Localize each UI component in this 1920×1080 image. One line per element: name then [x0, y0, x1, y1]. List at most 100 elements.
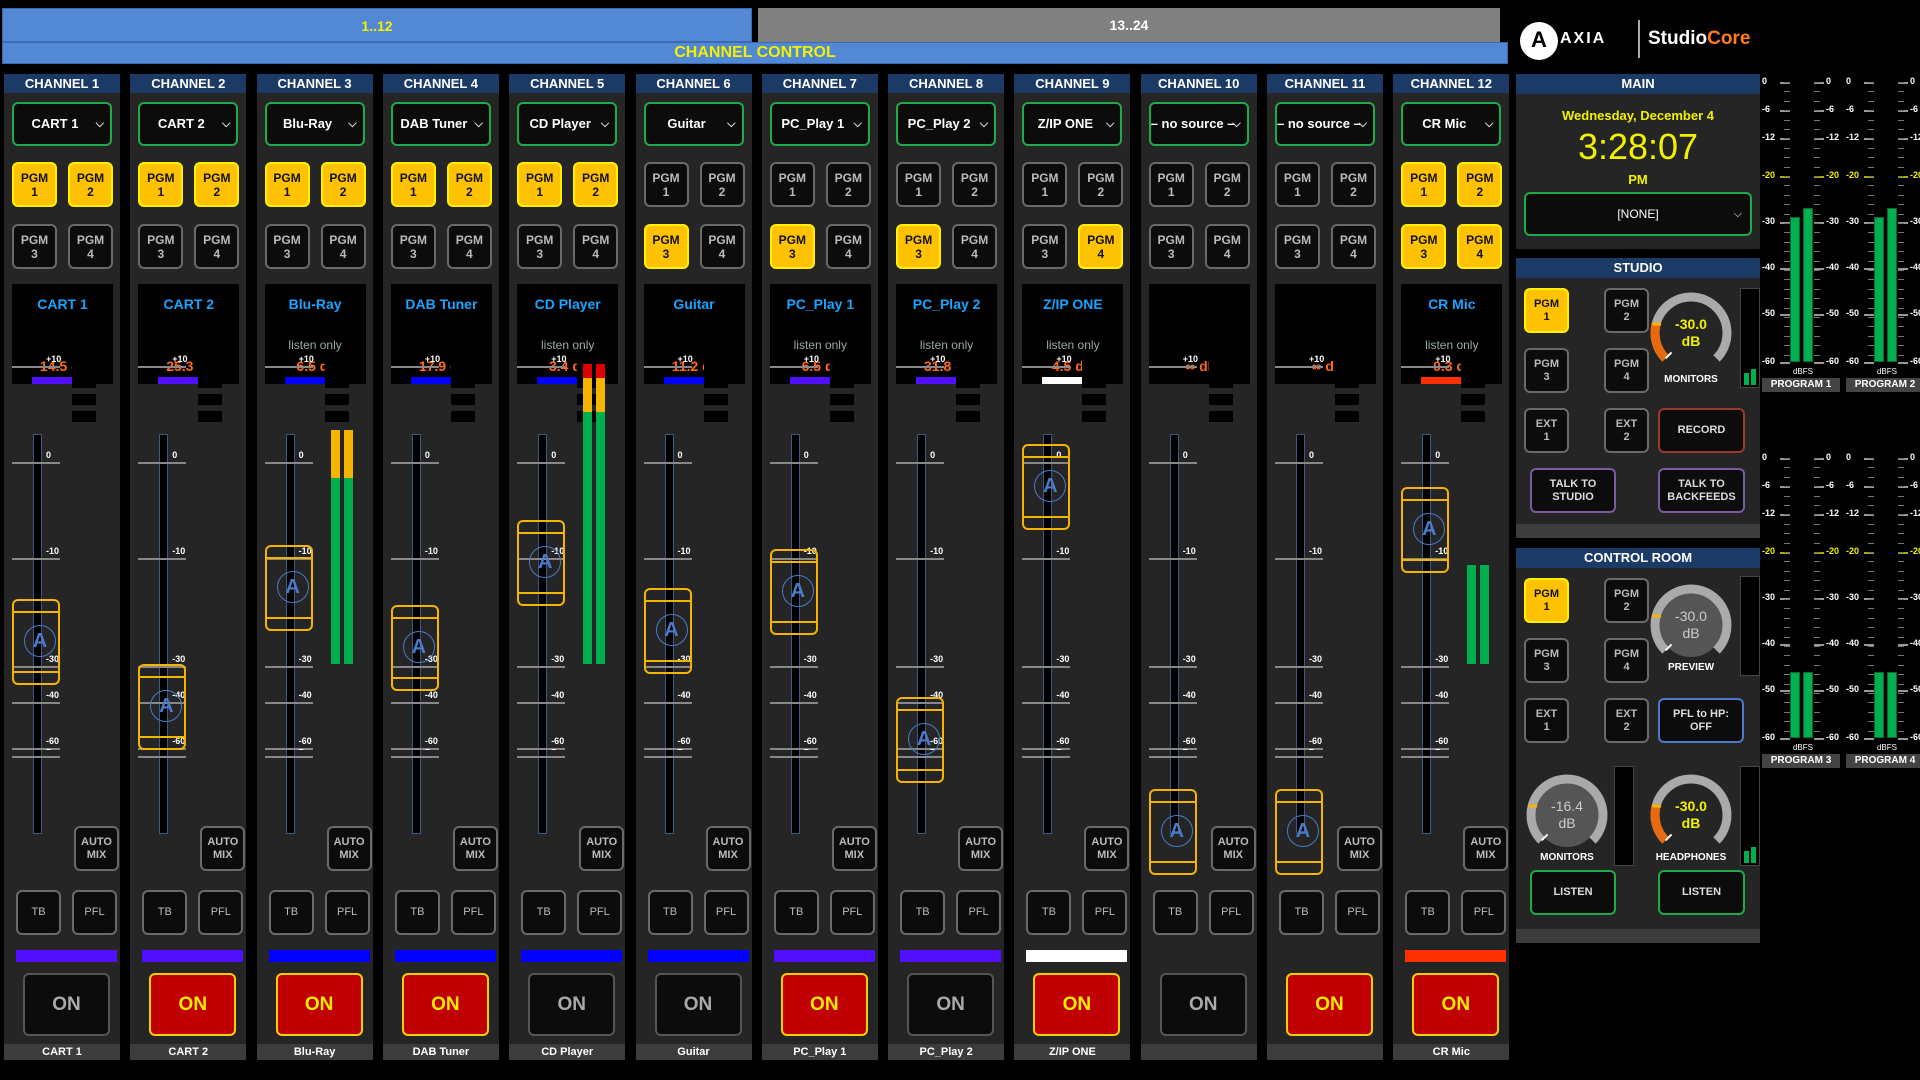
pgm-3-button[interactable]: PGM 3 — [1401, 224, 1447, 269]
tab-13-24[interactable]: 13..24 — [758, 8, 1500, 42]
pgm-4-button[interactable]: PGM 4 — [68, 224, 113, 269]
headphones-knob[interactable]: -30.0 dB — [1648, 772, 1734, 858]
automix-button[interactable]: AUTO MIX — [74, 826, 119, 871]
pgm-1-button[interactable]: PGM 1 — [12, 162, 57, 207]
pfl-button[interactable]: PFL — [703, 890, 749, 935]
pfl-button[interactable]: PFL — [72, 890, 117, 935]
pgm-1-button[interactable]: PGM 1 — [1401, 162, 1447, 207]
pgm-3-button[interactable]: PGM 3 — [264, 224, 310, 269]
pgm-4-button[interactable]: PGM 4 — [952, 224, 998, 269]
fader-cap[interactable]: A — [12, 599, 60, 686]
fader-cap[interactable]: A — [138, 664, 187, 750]
on-button[interactable]: ON — [1159, 973, 1247, 1036]
pgm-1-button[interactable]: PGM 1 — [896, 162, 942, 207]
tb-button[interactable]: TB — [1026, 890, 1072, 935]
pgm-3-button[interactable]: PGM 3 — [517, 224, 563, 269]
pgm-3-button[interactable]: PGM 3 — [769, 224, 815, 269]
fader-cap[interactable]: A — [1022, 443, 1071, 530]
pgm-3-button[interactable]: PGM 3 — [1275, 224, 1320, 269]
headphones-listen-button[interactable]: LISTEN — [1658, 870, 1745, 915]
on-button[interactable]: ON — [401, 973, 489, 1036]
pgm-1-button[interactable]: PGM 1 — [769, 162, 815, 207]
automix-button[interactable]: AUTO MIX — [326, 826, 372, 871]
pgm-1-button[interactable]: PGM 1 — [1524, 578, 1569, 623]
tb-button[interactable]: TB — [521, 890, 567, 935]
tb-button[interactable]: TB — [647, 890, 693, 935]
on-button[interactable]: ON — [1033, 973, 1121, 1036]
source-select[interactable]: CD Player ⌵ — [517, 102, 618, 146]
pfl-button[interactable]: PFL — [1335, 890, 1380, 935]
ext-2-button[interactable]: EXT 2 — [1604, 698, 1649, 743]
pgm-4-button[interactable]: PGM 4 — [194, 224, 240, 269]
pfl-button[interactable]: PFL — [829, 890, 875, 935]
tb-button[interactable]: TB — [1152, 890, 1198, 935]
source-select[interactable]: – no source – ⌵ — [1148, 102, 1249, 146]
pfl-button[interactable]: PFL — [956, 890, 1002, 935]
automix-button[interactable]: AUTO MIX — [1210, 826, 1256, 871]
talk-to-backfeeds-button[interactable]: TALK TO BACKFEEDS — [1658, 468, 1745, 513]
source-select[interactable]: DAB Tuner ⌵ — [390, 102, 491, 146]
pgm-1-button[interactable]: PGM 1 — [1022, 162, 1068, 207]
pgm-4-button[interactable]: PGM 4 — [1604, 348, 1649, 393]
pgm-2-button[interactable]: PGM 2 — [1078, 162, 1124, 207]
pgm-2-button[interactable]: PGM 2 — [1457, 162, 1503, 207]
fader-track[interactable] — [1296, 434, 1305, 834]
fader-track[interactable] — [159, 434, 169, 834]
main-select[interactable]: [NONE] ⌵ — [1524, 192, 1752, 236]
tb-button[interactable]: TB — [773, 890, 819, 935]
pgm-4-button[interactable]: PGM 4 — [699, 224, 745, 269]
pgm-2-button[interactable]: PGM 2 — [446, 162, 492, 207]
studio-monitors-knob[interactable]: -30.0 dB — [1648, 290, 1734, 376]
source-select[interactable]: Blu-Ray ⌵ — [264, 102, 365, 146]
pgm-1-button[interactable]: PGM 1 — [643, 162, 689, 207]
pgm-4-button[interactable]: PGM 4 — [573, 224, 619, 269]
source-select[interactable]: Guitar ⌵ — [643, 102, 744, 146]
pgm-4-button[interactable]: PGM 4 — [446, 224, 492, 269]
pgm-3-button[interactable]: PGM 3 — [1022, 224, 1068, 269]
automix-button[interactable]: AUTO MIX — [958, 826, 1004, 871]
source-select[interactable]: PC_Play 2 ⌵ — [896, 102, 997, 146]
fader-track[interactable] — [538, 434, 548, 834]
fader-cap[interactable]: A — [643, 588, 692, 675]
ext-1-button[interactable]: EXT 1 — [1524, 408, 1569, 453]
pgm-2-button[interactable]: PGM 2 — [1204, 162, 1250, 207]
source-select[interactable]: CART 2 ⌵ — [138, 102, 239, 146]
pgm-3-button[interactable]: PGM 3 — [1524, 348, 1569, 393]
on-button[interactable]: ON — [1412, 973, 1500, 1036]
pgm-2-button[interactable]: PGM 2 — [1604, 578, 1649, 623]
pgm-2-button[interactable]: PGM 2 — [68, 162, 113, 207]
pfl-button[interactable]: PFL — [577, 890, 623, 935]
pgm-1-button[interactable]: PGM 1 — [390, 162, 436, 207]
pgm-2-button[interactable]: PGM 2 — [699, 162, 745, 207]
tb-button[interactable]: TB — [900, 890, 946, 935]
on-button[interactable]: ON — [780, 973, 868, 1036]
pgm-4-button[interactable]: PGM 4 — [1331, 224, 1376, 269]
cr-monitors-listen-button[interactable]: LISTEN — [1530, 870, 1616, 915]
automix-button[interactable]: AUTO MIX — [200, 826, 246, 871]
on-button[interactable]: ON — [1286, 973, 1373, 1036]
pgm-4-button[interactable]: PGM 4 — [1457, 224, 1503, 269]
on-button[interactable]: ON — [654, 973, 742, 1036]
pgm-3-button[interactable]: PGM 3 — [390, 224, 436, 269]
pgm-1-button[interactable]: PGM 1 — [517, 162, 563, 207]
automix-button[interactable]: AUTO MIX — [1463, 826, 1509, 871]
tab-1-12[interactable]: 1..12 — [2, 8, 752, 42]
pgm-1-button[interactable]: PGM 1 — [1275, 162, 1320, 207]
pgm-4-button[interactable]: PGM 4 — [320, 224, 366, 269]
source-select[interactable]: CR Mic ⌵ — [1401, 102, 1502, 146]
source-select[interactable]: Z/IP ONE ⌵ — [1022, 102, 1123, 146]
pgm-4-button[interactable]: PGM 4 — [1604, 638, 1649, 683]
pgm-3-button[interactable]: PGM 3 — [12, 224, 57, 269]
source-select[interactable]: CART 1 ⌵ — [12, 102, 112, 146]
fader-cap[interactable]: A — [1275, 789, 1323, 875]
on-button[interactable]: ON — [528, 973, 616, 1036]
fader-track[interactable] — [285, 434, 295, 834]
automix-button[interactable]: AUTO MIX — [452, 826, 498, 871]
pfl-button[interactable]: PFL — [1082, 890, 1128, 935]
pgm-3-button[interactable]: PGM 3 — [138, 224, 184, 269]
pgm-4-button[interactable]: PGM 4 — [825, 224, 871, 269]
pgm-2-button[interactable]: PGM 2 — [320, 162, 366, 207]
pfl-button[interactable]: PFL — [198, 890, 244, 935]
on-button[interactable]: ON — [907, 973, 995, 1036]
pfl-button[interactable]: PFL — [1208, 890, 1254, 935]
